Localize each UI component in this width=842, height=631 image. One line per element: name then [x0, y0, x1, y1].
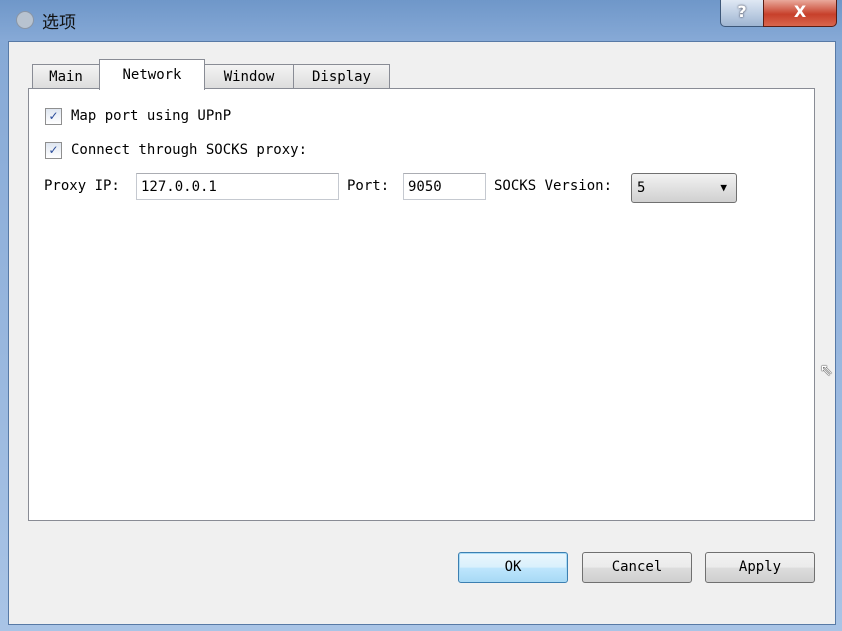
tab-network[interactable]: Network	[99, 59, 205, 90]
tab-main[interactable]: Main	[32, 64, 100, 89]
socks-checkbox[interactable]: ✓	[45, 142, 62, 159]
upnp-label: Map port using UPnP	[71, 108, 232, 124]
tab-window[interactable]: Window	[204, 64, 294, 89]
window-title: 选项	[42, 13, 76, 33]
app-icon	[16, 11, 34, 29]
port-input[interactable]: 9050	[403, 173, 486, 200]
socks-version-select[interactable]: 5 ▼	[631, 173, 737, 203]
socks-version-label: SOCKS Version:	[494, 178, 613, 194]
proxy-ip-input[interactable]: 127.0.0.1	[136, 173, 339, 200]
socks-version-value: 5	[637, 180, 646, 196]
upnp-checkbox[interactable]: ✓	[45, 108, 62, 125]
help-button[interactable]: ?	[720, 0, 764, 27]
port-label: Port:	[347, 178, 390, 194]
apply-button[interactable]: Apply	[705, 552, 815, 583]
proxy-ip-label: Proxy IP:	[44, 178, 120, 194]
ok-button[interactable]: OK	[458, 552, 568, 583]
tab-display[interactable]: Display	[293, 64, 390, 89]
close-button[interactable]: X	[763, 0, 837, 27]
options-dialog: 选项 ? X Main Network Window Display ✓ Map…	[0, 0, 842, 631]
mouse-cursor-icon: ⇖	[820, 356, 834, 381]
cancel-button[interactable]: Cancel	[582, 552, 692, 583]
chevron-down-icon: ▼	[720, 181, 727, 194]
socks-label: Connect through SOCKS proxy:	[71, 142, 308, 158]
